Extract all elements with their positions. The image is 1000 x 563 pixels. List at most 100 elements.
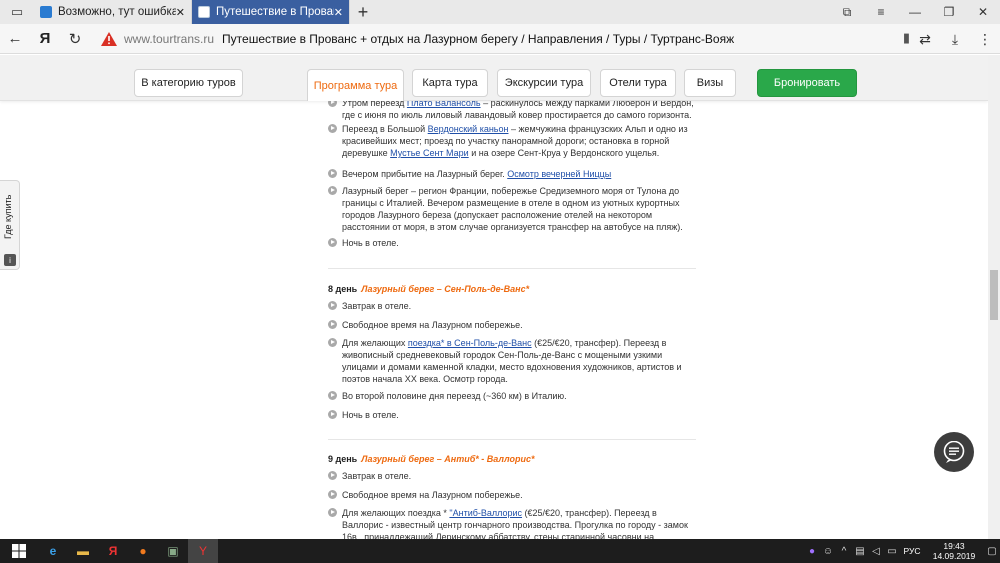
item-text: Ночь в отеле. — [342, 410, 399, 420]
item-text: Ночь в отеле. — [342, 238, 399, 248]
overflow-icon[interactable]: ⋮ — [970, 24, 1000, 54]
new-tab-button[interactable]: + — [350, 0, 376, 24]
bullet-arrow-icon — [328, 186, 337, 195]
reload-icon[interactable]: ↻ — [60, 24, 90, 54]
item-text: Свободное время на Лазурном побережье. — [342, 320, 523, 330]
list-item: Свободное время на Лазурном побережье. — [328, 319, 696, 331]
inline-link[interactable]: Осмотр вечерней Ниццы — [507, 169, 611, 179]
chevron-up-icon[interactable]: ^ — [836, 546, 852, 557]
list-item: Лазурный берег – регион Франции, побереж… — [328, 185, 696, 233]
back-icon[interactable]: ← — [0, 24, 30, 54]
tab-excursions[interactable]: Экскурсии тура — [497, 69, 591, 97]
list-item: Для желающих поездка * "Антиб-Валлорис (… — [328, 507, 696, 539]
tab-map[interactable]: Карта тура — [412, 69, 488, 97]
tab-inactive[interactable]: Возможно, тут ошибка? - С ✕ — [34, 0, 192, 24]
list-item: Ночь в отеле. — [328, 237, 696, 249]
where-to-buy-label: Где купить — [3, 194, 13, 240]
bullet-arrow-icon — [328, 301, 337, 310]
bullet-arrow-icon — [328, 490, 337, 499]
system-tray: ● ☺ ^ ▤ ◁ ▭ РУС 19:43 14.09.2019 ▢ — [804, 539, 1000, 563]
menu-icon[interactable]: ≡ — [864, 0, 898, 24]
tour-menu: В категорию туров Программа тура Карта т… — [0, 55, 988, 101]
bullet-arrow-icon — [328, 410, 337, 419]
url-field[interactable]: www.tourtrans.ru Путешествие в Прованс +… — [100, 27, 920, 51]
chat-icon — [943, 441, 965, 463]
alice-icon[interactable]: ● — [804, 546, 820, 557]
bullet-arrow-icon — [328, 508, 337, 517]
bookmarks-icon[interactable]: ⧉ — [830, 0, 864, 24]
bookmark-icon[interactable]: ▮ — [903, 30, 910, 46]
day-number: 9 день — [328, 454, 358, 464]
tab-strip: ▭ Возможно, тут ошибка? - С ✕ Путешестви… — [0, 0, 1000, 24]
tab-hotels[interactable]: Отели тура — [600, 69, 676, 97]
day-heading: 8 день Лазурный берег – Сен-Поль-де-Ванс* — [328, 283, 696, 295]
close-icon[interactable]: ✕ — [334, 6, 343, 19]
download-icon[interactable]: ⤓ — [940, 24, 970, 54]
clock-date: 14.09.2019 — [932, 551, 976, 561]
item-text: Завтрак в отеле. — [342, 301, 412, 311]
list-item: Для желающих поездка* в Сен-Поль-де-Ванс… — [328, 337, 696, 385]
ie-icon[interactable]: e — [38, 539, 68, 563]
tab-title: Возможно, тут ошибка? - С — [58, 6, 176, 18]
app-icon[interactable]: ▣ — [158, 539, 188, 563]
item-text: Лазурный берег – регион Франции, побереж… — [342, 186, 683, 232]
url-host: www.tourtrans.ru — [124, 32, 215, 46]
windows-start-icon[interactable] — [0, 539, 38, 563]
day-route: Лазурный берег – Сен-Поль-де-Ванс* — [361, 284, 530, 294]
where-to-buy-tab[interactable]: Где купить i — [0, 180, 20, 270]
site-favicon-icon — [198, 6, 210, 18]
clock[interactable]: 19:43 14.09.2019 — [924, 541, 984, 561]
inline-link[interactable]: "Антиб-Валлорис — [449, 508, 522, 518]
info-icon: i — [4, 254, 16, 266]
bullet-arrow-icon — [328, 169, 337, 178]
bullet-arrow-icon — [328, 124, 337, 133]
item-text: Для желающих — [342, 338, 408, 348]
window-controls: ⧉ ≡ — ❐ ✕ — [830, 0, 1000, 24]
book-button[interactable]: Бронировать — [757, 69, 857, 97]
chat-button[interactable] — [934, 432, 974, 472]
maximize-icon[interactable]: ❐ — [932, 0, 966, 24]
tabs-panel-icon[interactable]: ▭ — [0, 0, 34, 24]
item-text: Для желающих поездка * — [342, 508, 450, 518]
yandex-icon[interactable]: Я — [98, 539, 128, 563]
item-text: Свободное время на Лазурном побережье. — [342, 490, 523, 500]
page-scrollbar[interactable] — [988, 55, 1000, 539]
day-number: 8 день — [328, 284, 358, 294]
translate-icon[interactable]: ⇄ — [910, 24, 940, 54]
list-item: Ночь в отеле. — [328, 409, 696, 421]
network-icon[interactable]: ▤ — [852, 546, 868, 557]
explorer-icon[interactable]: ▬ — [68, 539, 98, 563]
yandex-browser-icon[interactable]: Y — [188, 539, 218, 563]
list-item: Свободное время на Лазурном побережье. — [328, 489, 696, 501]
minimize-icon[interactable]: — — [898, 0, 932, 24]
battery-icon[interactable]: ▭ — [884, 546, 900, 557]
inline-link[interactable]: Вердонский каньон — [428, 124, 509, 134]
bullet-arrow-icon — [328, 391, 337, 400]
category-button[interactable]: В категорию туров — [134, 69, 243, 97]
item-text: и на озере Сент-Круа у Вердонского ущель… — [468, 148, 660, 158]
clock-time: 19:43 — [943, 541, 965, 551]
tab-program[interactable]: Программа тура — [307, 69, 404, 101]
list-item: Завтрак в отеле. — [328, 300, 696, 312]
inline-link[interactable]: Мустье Сент Мари — [390, 148, 469, 158]
people-icon[interactable]: ☺ — [820, 546, 836, 557]
day-route: Лазурный берег – Антиб* - Валлорис* — [361, 454, 535, 464]
firefox-icon[interactable]: ● — [128, 539, 158, 563]
tab-active[interactable]: Путешествие в Прованс ✕ — [192, 0, 350, 24]
scrollbar-thumb[interactable] — [990, 270, 998, 320]
windows-taskbar: e ▬ Я ● ▣ Y ● ☺ ^ ▤ ◁ ▭ РУС 19:43 14.09.… — [0, 539, 1000, 563]
tab-visas[interactable]: Визы — [684, 69, 736, 97]
bullet-arrow-icon — [328, 320, 337, 329]
day-heading: 9 день Лазурный берег – Антиб* - Валлорис… — [328, 453, 696, 465]
close-icon[interactable]: ✕ — [176, 6, 185, 19]
warning-icon[interactable] — [100, 31, 118, 47]
item-text: Во второй половине дня переезд (~360 км)… — [342, 391, 567, 401]
language-indicator[interactable]: РУС — [900, 546, 924, 556]
close-window-icon[interactable]: ✕ — [966, 0, 1000, 24]
notifications-icon[interactable]: ▢ — [984, 546, 1000, 557]
inline-link[interactable]: поездка* в Сен-Поль-де-Ванс — [408, 338, 532, 348]
bullet-arrow-icon — [328, 238, 337, 247]
yandex-button[interactable]: Я — [30, 24, 60, 54]
volume-icon[interactable]: ◁ — [868, 546, 884, 557]
bullet-arrow-icon — [328, 338, 337, 347]
